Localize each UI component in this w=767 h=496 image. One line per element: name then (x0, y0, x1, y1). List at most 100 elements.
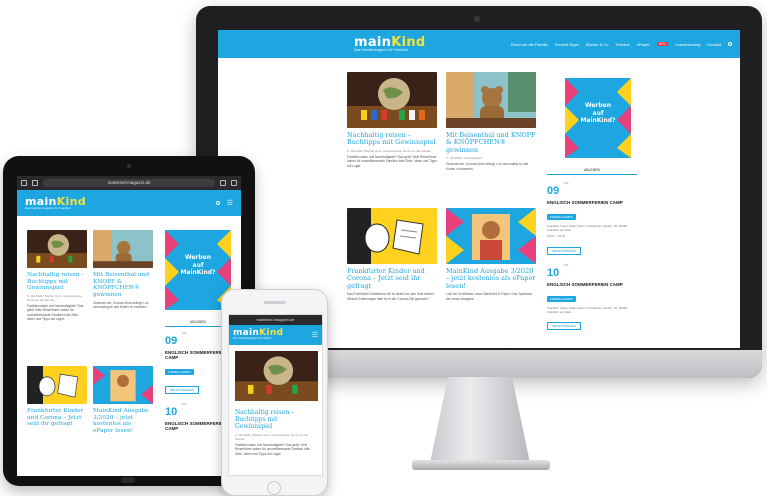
home-button[interactable] (267, 481, 281, 495)
event-day: 09 (165, 335, 178, 347)
nav-item-kontakt[interactable]: Kontakt (707, 42, 721, 47)
event-item[interactable]: 10 JUL ENGLISCH SOMMERFERIEN CAMP FERIEN… (547, 263, 637, 333)
ipad-device: mainkind-magazin.de mainKind Das Familie… (3, 156, 255, 486)
advertise-banner[interactable]: Werben auf MainKind? (565, 78, 631, 158)
globe-figures-image (347, 72, 437, 128)
article-excerpt: Familienurlaub und Nachhaltigkeit? Das g… (235, 442, 310, 456)
forward-icon[interactable] (32, 180, 38, 186)
article-title[interactable]: Nachhaltig reisen – Buchtipps mit Gewinn… (235, 409, 316, 431)
article-meta: 3. Juli 2020 | Gewinnspiele (446, 156, 482, 161)
event-time: 09:00 – 15:00 (547, 233, 566, 238)
logo-tagline: Das Familienmagazin für Frankfurt (354, 47, 408, 52)
nav-item-familie[interactable]: Rund um die Familie (511, 42, 548, 47)
event-category-badge[interactable]: FERIEN-CAMPS (547, 295, 576, 302)
article-card[interactable]: Nachhaltig reisen – Buchtipps mit Gewinn… (347, 72, 437, 168)
article-meta: 6. Juli 2020 | Bücher & Co, Gewinnspiele… (235, 432, 309, 441)
event-more-button[interactable]: MEHR ANSEHEN (547, 322, 582, 331)
share-icon[interactable] (220, 180, 226, 186)
content-area: Nachhaltig reisen – Buchtipps mit Gewinn… (229, 345, 322, 462)
back-icon[interactable] (21, 180, 27, 186)
event-more-button[interactable]: MEHR ANSEHEN (547, 246, 582, 255)
magazine-cover-image (446, 208, 536, 264)
article-title[interactable]: Mit Beisenthal und KNOPF & KNÖPFCHEN® ge… (93, 272, 153, 299)
ad-line1: Werben (184, 254, 212, 261)
site-logo[interactable]: mainKind Das Familienmagazin für Frankfu… (233, 329, 283, 341)
article-title[interactable]: Frankfurter Kinder und Corona – Jetzt se… (27, 408, 87, 428)
article-title[interactable]: Frankfurter Kinder und Corona – Jetzt se… (347, 267, 437, 290)
teddy-shop-image (93, 230, 153, 268)
site-logo[interactable]: mainKind Das Familienmagazin für Frankfu… (354, 36, 426, 53)
event-location: Frankfurt Cheer Natte Kortur: Frankfurte… (547, 305, 628, 314)
browser-toolbar: mainkind-magazin.de (17, 176, 241, 190)
event-title[interactable]: ENGLISCH SOMMERFERIEN CAMP (547, 282, 637, 287)
address-bar[interactable]: mainkind-magazin.de (229, 315, 322, 325)
event-month: JUL (181, 331, 188, 335)
article-card[interactable]: Nachhaltig reisen – Buchtipps mit Gewinn… (235, 351, 318, 456)
event-category-badge[interactable]: FERIEN-CAMPS (547, 214, 576, 220)
main-nav: Rund um die Familie Freizeit-Tipps Büche… (511, 42, 732, 47)
nav-item-epaper[interactable]: ePaper (637, 42, 650, 47)
globe-figures-image (27, 230, 87, 268)
iphone-device: mainkind-magazin.de mainKind Das Familie… (221, 289, 328, 496)
search-icon[interactable] (728, 42, 732, 46)
imac-stand (430, 377, 530, 463)
nav-item-termine[interactable]: Termine (616, 42, 630, 47)
article-card[interactable]: Mit Beisenthal und KNOPF & KNÖPFCHEN® ge… (446, 72, 536, 171)
article-title[interactable]: MainKind Ausgabe 3/2020 – jetzt kostenlo… (446, 267, 536, 290)
nav-item-freizeit[interactable]: Freizeit-Tipps (555, 42, 579, 47)
event-more-button[interactable]: MEHR ANSEHEN (165, 386, 200, 394)
sidebar-tab[interactable]: ABLEBEN (547, 168, 637, 175)
article-title[interactable]: Nachhaltig reisen – Buchtipps mit Gewinn… (347, 131, 437, 147)
article-card[interactable]: Frankfurter Kinder und Corona – Jetzt se… (347, 208, 437, 301)
new-badge: NEU (656, 42, 669, 46)
event-day: 10 (165, 406, 178, 418)
event-month: JUL (563, 262, 570, 267)
site-header: mainKind Das Familienmagazin für Frankfu… (229, 325, 322, 345)
site-logo[interactable]: mainKind Das Familienmagazin für Frankfu… (25, 196, 86, 210)
tabs-icon[interactable] (231, 180, 237, 186)
article-excerpt: Lust bei Großkinder unser MainKind-E-Pap… (446, 292, 533, 301)
search-icon[interactable] (215, 201, 220, 205)
article-title[interactable]: Mit Beisenthal und KNOPF & KNÖPFCHEN® ge… (446, 131, 536, 154)
camera (474, 16, 480, 22)
event-title[interactable]: ENGLISCH SOMMERFERIEN CAMP (547, 200, 637, 205)
event-item[interactable]: 09 JUL ENGLISCH SOMMERFERIEN CAMP FERIEN… (547, 181, 637, 257)
iphone-screen: mainkind-magazin.de mainKind Das Familie… (228, 314, 323, 476)
home-button[interactable] (121, 477, 135, 483)
article-excerpt: Familienurlaub und Nachhaltigkeit? Das g… (347, 154, 437, 168)
article-excerpt: Gewusst wie: Corona-Krise drängt: Los sc… (93, 300, 149, 310)
teddy-shop-image (446, 72, 536, 128)
ad-line3: MainKind? (580, 117, 616, 124)
article-excerpt: Familienurlaub und Nachhaltigkeit? Das g… (27, 303, 84, 322)
article-card[interactable]: MainKind Ausgabe 3/2020 – jetzt kostenlo… (93, 366, 153, 435)
article-card[interactable]: MainKind Ausgabe 3/2020 – jetzt kostenlo… (446, 208, 536, 301)
article-meta: 6. Juli 2020 | Bücher & Co, Gewinnspiele… (347, 148, 431, 153)
logo-tagline: Das Familienmagazin für Frankfurt (233, 337, 272, 341)
ad-line2: auf (192, 261, 204, 269)
mobile-nav: ☰ (215, 199, 233, 207)
nav-item-lesermeinung[interactable]: Lesermeinung (675, 42, 700, 47)
event-day: 10 (547, 266, 560, 279)
menu-icon[interactable]: ☰ (227, 199, 233, 207)
magazine-cover-image (93, 366, 153, 404)
device-mockup-stage: mainKind Das Familienmagazin für Frankfu… (0, 0, 767, 496)
ad-line3: MainKind? (180, 269, 216, 276)
article-title[interactable]: MainKind Ausgabe 3/2020 – jetzt kostenlo… (93, 408, 153, 435)
globe-figures-image (235, 351, 318, 401)
article-card[interactable]: Frankfurter Kinder und Corona – Jetzt se… (27, 366, 87, 428)
event-category-badge[interactable]: FERIEN-CAMPS (165, 369, 194, 375)
event-location: Frankfurt Cheer Natte Kortur: Frankfurte… (547, 224, 628, 232)
logo-tagline: Das Familienmagazin für Frankfurt (25, 206, 72, 210)
mobile-nav: ☰ (312, 331, 318, 339)
article-meta: 6. Juli 2020 | Bücher & Co, Gewinnspiele… (27, 293, 83, 302)
nav-item-buecher[interactable]: Bücher & Co (586, 42, 609, 47)
drawing-image (347, 208, 437, 264)
speaker (264, 301, 286, 304)
address-bar[interactable]: mainkind-magazin.de (43, 179, 215, 187)
imac-foot (412, 460, 550, 470)
event-day: 09 (547, 185, 560, 197)
article-card[interactable]: Nachhaltig reisen – Buchtipps mit Gewinn… (27, 230, 87, 322)
menu-icon[interactable]: ☰ (312, 331, 318, 339)
article-card[interactable]: Mit Beisenthal und KNOPF & KNÖPFCHEN® ge… (93, 230, 153, 310)
article-title[interactable]: Nachhaltig reisen – Buchtipps mit Gewinn… (27, 272, 87, 292)
